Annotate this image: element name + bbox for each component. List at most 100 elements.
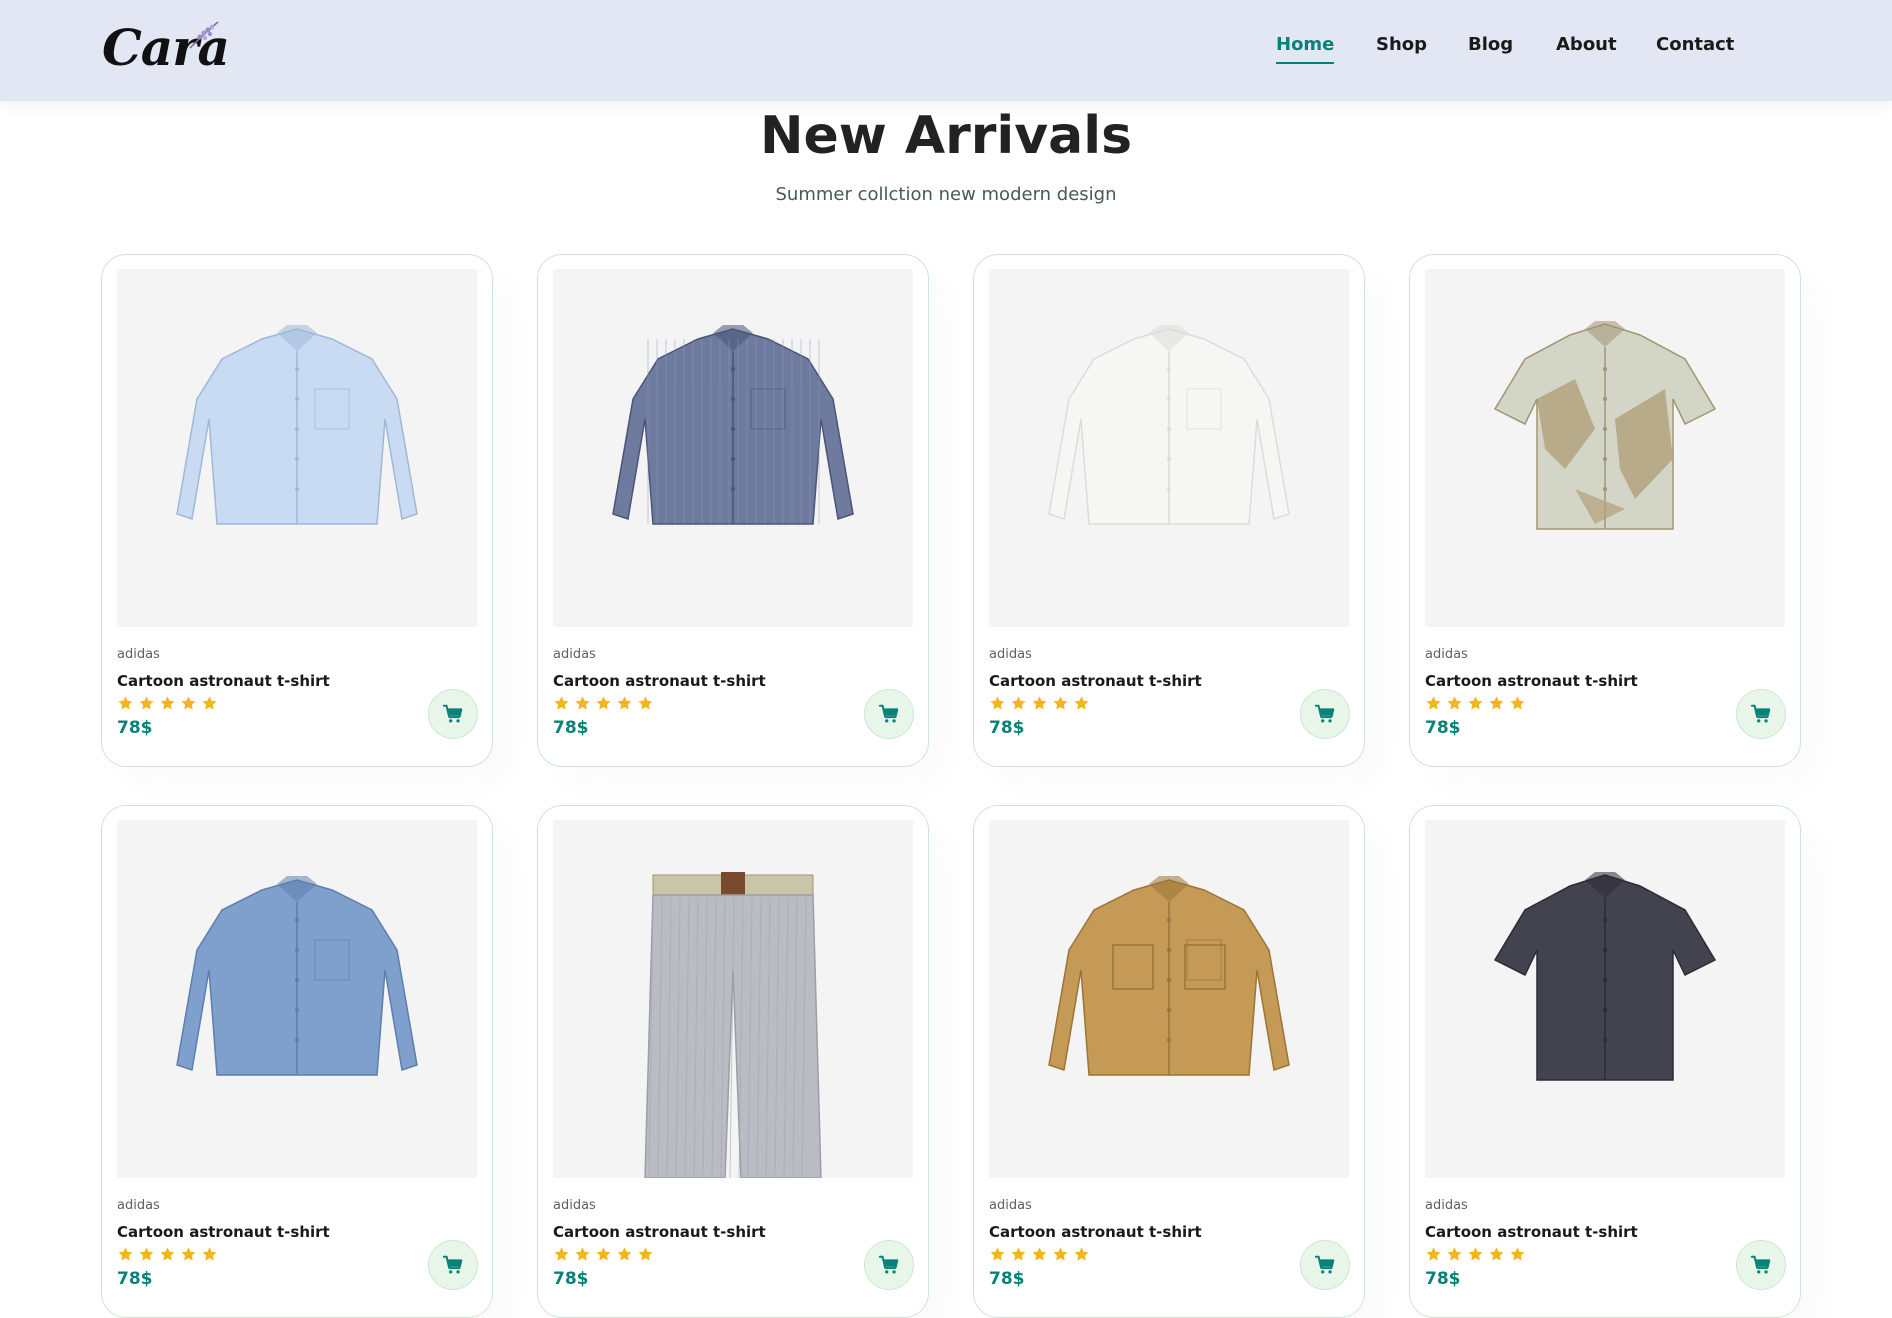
star-icon — [638, 1247, 653, 1261]
product-image[interactable] — [117, 269, 477, 627]
product-brand: adidas — [989, 647, 1032, 662]
product-price: 78$ — [553, 1269, 589, 1289]
product-rating — [117, 1246, 218, 1263]
cart-icon — [878, 1255, 899, 1274]
product-rating — [989, 695, 1090, 712]
product-brand: adidas — [553, 647, 596, 662]
product-rating — [553, 1246, 654, 1263]
star-icon — [575, 1247, 590, 1261]
product-image[interactable] — [1425, 269, 1785, 627]
add-to-cart-button[interactable] — [428, 689, 478, 739]
product-price: 78$ — [117, 718, 153, 738]
star-icon — [139, 696, 154, 710]
cart-icon — [878, 704, 899, 723]
star-icon — [554, 696, 569, 710]
product-brand: adidas — [553, 1198, 596, 1213]
star-icon — [1510, 696, 1525, 710]
product-rating — [1425, 695, 1526, 712]
product-brand: adidas — [989, 1198, 1032, 1213]
product-name[interactable]: Cartoon astronaut t-shirt — [553, 672, 766, 690]
star-icon — [202, 1247, 217, 1261]
product-name[interactable]: Cartoon astronaut t-shirt — [989, 1223, 1202, 1241]
product-rating — [553, 695, 654, 712]
star-icon — [1447, 696, 1462, 710]
site-header: Cara Home Shop Blog About Contact — [0, 0, 1892, 101]
add-to-cart-button[interactable] — [864, 1240, 914, 1290]
star-icon — [1489, 696, 1504, 710]
star-icon — [617, 1247, 632, 1261]
product-price: 78$ — [1425, 718, 1461, 738]
add-to-cart-button[interactable] — [1300, 689, 1350, 739]
star-icon — [1426, 696, 1441, 710]
product-price: 78$ — [1425, 1269, 1461, 1289]
add-to-cart-button[interactable] — [864, 689, 914, 739]
star-icon — [160, 696, 175, 710]
star-icon — [596, 1247, 611, 1261]
product-brand: adidas — [117, 647, 160, 662]
product-card-8[interactable]: adidas Cartoon astronaut t-shirt 78$ — [1409, 805, 1801, 1318]
product-rating — [989, 1246, 1090, 1263]
add-to-cart-button[interactable] — [1300, 1240, 1350, 1290]
product-image[interactable] — [117, 820, 477, 1178]
product-brand: adidas — [117, 1198, 160, 1213]
nav-shop[interactable]: Shop — [1376, 34, 1427, 55]
product-price: 78$ — [117, 1269, 153, 1289]
product-rating — [117, 695, 218, 712]
product-price: 78$ — [553, 718, 589, 738]
product-image[interactable] — [553, 269, 913, 627]
product-image[interactable] — [989, 269, 1349, 627]
star-icon — [118, 696, 133, 710]
nav-blog[interactable]: Blog — [1468, 34, 1513, 55]
star-icon — [1011, 1247, 1026, 1261]
product-price: 78$ — [989, 718, 1025, 738]
nav-contact[interactable]: Contact — [1656, 34, 1734, 55]
star-icon — [1447, 1247, 1462, 1261]
add-to-cart-button[interactable] — [428, 1240, 478, 1290]
star-icon — [990, 1247, 1005, 1261]
product-image[interactable] — [989, 820, 1349, 1178]
star-icon — [1053, 1247, 1068, 1261]
star-icon — [181, 696, 196, 710]
star-icon — [202, 696, 217, 710]
star-icon — [1468, 1247, 1483, 1261]
cart-icon — [1314, 1255, 1335, 1274]
product-brand: adidas — [1425, 647, 1468, 662]
star-icon — [1468, 696, 1483, 710]
add-to-cart-button[interactable] — [1736, 1240, 1786, 1290]
product-brand: adidas — [1425, 1198, 1468, 1213]
product-card-4[interactable]: adidas Cartoon astronaut t-shirt 78$ — [1409, 254, 1801, 767]
star-icon — [575, 696, 590, 710]
product-name[interactable]: Cartoon astronaut t-shirt — [117, 672, 330, 690]
star-icon — [1489, 1247, 1504, 1261]
product-card-3[interactable]: adidas Cartoon astronaut t-shirt 78$ — [973, 254, 1365, 767]
product-image[interactable] — [1425, 820, 1785, 1178]
product-name[interactable]: Cartoon astronaut t-shirt — [989, 672, 1202, 690]
product-name[interactable]: Cartoon astronaut t-shirt — [1425, 1223, 1638, 1241]
nav-about[interactable]: About — [1556, 34, 1617, 55]
product-image[interactable] — [553, 820, 913, 1178]
star-icon — [1053, 696, 1068, 710]
product-name[interactable]: Cartoon astronaut t-shirt — [1425, 672, 1638, 690]
star-icon — [1032, 1247, 1047, 1261]
star-icon — [1510, 1247, 1525, 1261]
star-icon — [118, 1247, 133, 1261]
product-name[interactable]: Cartoon astronaut t-shirt — [553, 1223, 766, 1241]
star-icon — [1074, 1247, 1089, 1261]
cart-icon — [442, 1255, 463, 1274]
star-icon — [1011, 696, 1026, 710]
product-card-6[interactable]: adidas Cartoon astronaut t-shirt 78$ — [537, 805, 929, 1318]
star-icon — [1426, 1247, 1441, 1261]
nav-home[interactable]: Home — [1276, 34, 1335, 64]
cart-icon — [1750, 704, 1771, 723]
star-icon — [160, 1247, 175, 1261]
add-to-cart-button[interactable] — [1736, 689, 1786, 739]
star-icon — [181, 1247, 196, 1261]
product-card-7[interactable]: adidas Cartoon astronaut t-shirt 78$ — [973, 805, 1365, 1318]
product-card-2[interactable]: adidas Cartoon astronaut t-shirt 78$ — [537, 254, 929, 767]
star-icon — [139, 1247, 154, 1261]
product-card-5[interactable]: adidas Cartoon astronaut t-shirt 78$ — [101, 805, 493, 1318]
product-card-1[interactable]: adidas Cartoon astronaut t-shirt 78$ — [101, 254, 493, 767]
product-rating — [1425, 1246, 1526, 1263]
cart-icon — [1314, 704, 1335, 723]
product-name[interactable]: Cartoon astronaut t-shirt — [117, 1223, 330, 1241]
